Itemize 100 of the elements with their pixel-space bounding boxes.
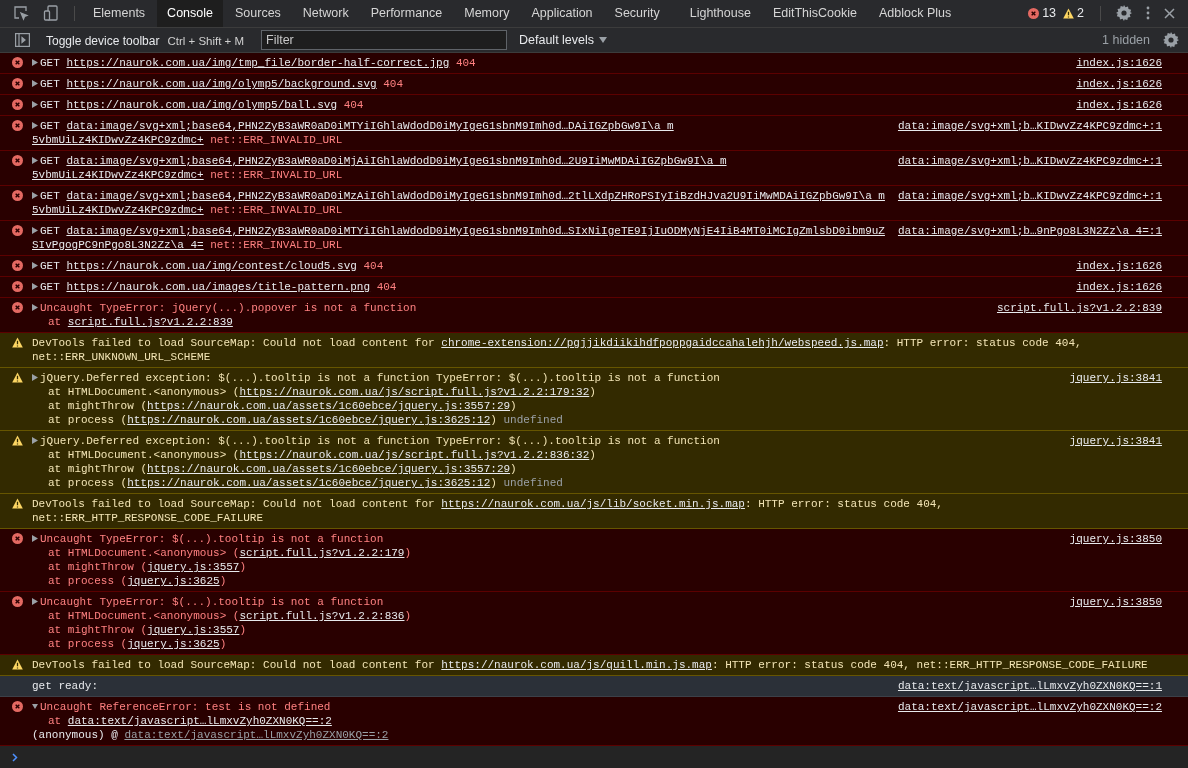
message-text: DevTools failed to load SourceMap: Could not load content for chrome-extension://pgjjikdiikihdfpoppgaidccahalehjh/webspeed.js.map: HTTP error: status code 404,	[32, 336, 1082, 350]
link[interactable]: https://naurok.com.ua/js/script.full.js?v1.2.2:179:32	[239, 386, 590, 398]
error-count-icon	[1028, 7, 1040, 19]
panel-tab[interactable]: Adblock Plus	[868, 0, 962, 27]
link[interactable]: https://naurok.com.ua/img/tmp_file/border-half-correct.jpg	[66, 57, 450, 69]
source-link[interactable]: data:text/javascript…lLmxvZyh0ZXN0KQ==:2	[889, 700, 1162, 714]
link[interactable]: https://naurok.com.ua/img/contest/cloud5.svg	[66, 260, 357, 272]
hidden-count: 1 hidden	[1102, 32, 1150, 47]
link[interactable]: https://naurok.com.ua/js/lib/socket.min.js.map	[441, 498, 745, 510]
panel-tab[interactable]: Memory	[454, 0, 520, 27]
panel-tab[interactable]: Elements	[83, 0, 156, 27]
source-link[interactable]: jquery.js:3850	[1061, 595, 1162, 609]
link[interactable]: jquery.js:3557	[147, 624, 240, 636]
link[interactable]: script.full.js?v1.2.2:179	[239, 547, 405, 559]
expand-triangle-icon[interactable]	[32, 80, 38, 87]
source-link[interactable]: jquery.js:3850	[1061, 532, 1162, 546]
link[interactable]: data:text/javascript…lLmxvZyh0ZXN0KQ==:2	[124, 729, 389, 741]
link[interactable]: data:text/javascript…lLmxvZyh0ZXN0KQ==:2	[67, 715, 332, 727]
link[interactable]: jquery.js:3625	[127, 638, 220, 650]
panel-tab[interactable]: Performance	[360, 0, 453, 27]
filter-field[interactable]: Filter	[261, 29, 507, 50]
expand-triangle-icon[interactable]	[32, 437, 38, 444]
source-link[interactable]: script.full.js?v1.2.2:839	[988, 301, 1162, 315]
prompt-chevron-icon	[12, 752, 18, 762]
collapse-triangle-icon[interactable]	[32, 703, 38, 710]
error-icon	[12, 120, 23, 131]
link[interactable]: script.full.js?v1.2.2:836	[239, 610, 405, 622]
message-text: Uncaught TypeError: $(...).tooltip is not a function	[40, 595, 384, 609]
link[interactable]: https://naurok.com.ua/js/script.full.js?v1.2.2:836:32	[239, 449, 590, 461]
expand-triangle-icon[interactable]	[32, 192, 38, 199]
panel-tab[interactable]: Lighthouse	[679, 0, 761, 27]
message-text: net::ERR_HTTP_RESPONSE_CODE_FAILURE	[32, 511, 265, 525]
source-link[interactable]: index.js:1626	[1068, 280, 1162, 294]
message-text: at process (jquery.js:3625)	[47, 637, 228, 651]
message-text: GET https://naurok.com.ua/img/tmp_file/border-half-correct.jpg 404	[40, 56, 476, 70]
link[interactable]: 5vbmUiLz4KIDwvZz4KPC9zdmc+	[32, 169, 204, 181]
source-link[interactable]: index.js:1626	[1068, 98, 1162, 112]
caret-icon	[599, 36, 608, 43]
expand-triangle-icon[interactable]	[32, 598, 38, 605]
source-link[interactable]: index.js:1626	[1068, 56, 1162, 70]
link[interactable]: chrome-extension://pgjjikdiikihdfpoppgaidccahalehjh/webspeed.js.map	[441, 337, 884, 349]
expand-triangle-icon[interactable]	[32, 227, 38, 234]
source-link[interactable]: data:image/svg+xml;b…KIDwvZz4KPC9zdmc+:1	[889, 119, 1162, 133]
expand-triangle-icon[interactable]	[32, 535, 38, 542]
error-icon	[12, 78, 23, 89]
link[interactable]: https://naurok.com.ua/assets/1c60ebce/jquery.js:3625:12	[127, 414, 491, 426]
message-text: get ready:	[32, 679, 98, 693]
link[interactable]: https://naurok.com.ua/img/olymp5/background.svg	[66, 78, 377, 90]
link[interactable]: data:image/svg+xml;base64,PHN2ZyB3aWR0aD0iMzAiIGhlaWdodD0iMyIgeG1sbnM9Imh0d…2tlLXdpZHRoPSIyIiBzdHJva2U9IiMwMDAiIGZpbGw9I\a m	[66, 190, 885, 202]
link[interactable]: https://naurok.com.ua/img/olymp5/ball.svg	[66, 99, 338, 111]
link[interactable]: data:image/svg+xml;base64,PHN2ZyB3aWR0aD0iMTYiIGhlaWdodD0iMyIgeG1sbnM9Imh0d…DAiIGZpbGw9I\a m	[66, 120, 674, 132]
message-text: at process (jquery.js:3625)	[47, 574, 228, 588]
link[interactable]: https://naurok.com.ua/js/quill.min.js.map	[441, 659, 712, 671]
expand-triangle-icon[interactable]	[32, 304, 38, 311]
link[interactable]: jquery.js:3557	[147, 561, 240, 573]
source-link[interactable]: data:image/svg+xml;b…KIDwvZz4KPC9zdmc+:1	[889, 189, 1162, 203]
shortcut-text: Ctrl + Shift + M	[167, 34, 245, 47]
link[interactable]: jquery.js:3625	[127, 575, 220, 587]
link[interactable]: script.full.js?v1.2.2:839	[67, 316, 233, 328]
message-text: at mightThrow (jquery.js:3557)	[47, 623, 248, 637]
source-link[interactable]: index.js:1626	[1068, 259, 1162, 273]
link[interactable]: SIvPgogPC9nPgo8L3N2Zz\a 4=	[32, 239, 204, 251]
expand-triangle-icon[interactable]	[32, 59, 38, 66]
source-link[interactable]: jquery.js:3841	[1061, 434, 1162, 448]
error-icon	[12, 260, 23, 271]
message-text: (anonymous) @ data:text/javascript…lLmxvZyh0ZXN0KQ==:2	[32, 728, 390, 742]
link[interactable]: 5vbmUiLz4KIDwvZz4KPC9zdmc+	[32, 134, 204, 146]
warning-count-icon	[1063, 7, 1075, 19]
panel-tab[interactable]: Console	[157, 0, 223, 27]
expand-triangle-icon[interactable]	[32, 157, 38, 164]
link[interactable]: https://naurok.com.ua/assets/1c60ebce/jquery.js:3625:12	[127, 477, 491, 489]
message-text: Uncaught TypeError: $(...).tooltip is not a function	[40, 532, 384, 546]
link[interactable]: https://naurok.com.ua/images/title-pattern.png	[66, 281, 371, 293]
link[interactable]: https://naurok.com.ua/assets/1c60ebce/jquery.js:3557:29	[147, 400, 511, 412]
panel-tab[interactable]: Security	[604, 0, 670, 27]
panel-tab[interactable]: Network	[292, 0, 359, 27]
source-link[interactable]: data:text/javascript…lLmxvZyh0ZXN0KQ==:1	[889, 679, 1162, 693]
message-text: DevTools failed to load SourceMap: Could not load content for https://naurok.com.ua/js/quill.min.js.map: HTTP error: status code 404, net::ERR_HTTP_RESPONSE_CODE_FAILURE	[32, 658, 1148, 672]
issue-counter[interactable]: 13 2	[1020, 0, 1092, 27]
expand-triangle-icon[interactable]	[32, 374, 38, 381]
link[interactable]: 5vbmUiLz4KIDwvZz4KPC9zdmc+	[32, 204, 204, 216]
source-link[interactable]: data:image/svg+xml;b…9nPgo8L3N2Zz\a 4=:1	[889, 224, 1162, 238]
panel-tab[interactable]: EditThisCookie	[762, 0, 867, 27]
link[interactable]: data:image/svg+xml;base64,PHN2ZyB3aWR0aD0iMjAiIGhlaWdodD0iMyIgeG1sbnM9Imh0d…2U9IiMwMDAiIGZpbGw9I\a m	[66, 155, 727, 167]
error-icon	[12, 533, 23, 544]
levels-dropdown[interactable]: Default levels	[513, 31, 614, 48]
expand-triangle-icon[interactable]	[32, 101, 38, 108]
source-link[interactable]: index.js:1626	[1068, 77, 1162, 91]
message-text: GET data:image/svg+xml;base64,PHN2ZyB3aWR0aD0iMjAiIGhlaWdodD0iMyIgeG1sbnM9Imh0d…2U9IiMwMDAiIGZpbGw9I\a m	[40, 154, 727, 168]
message-text: GET data:image/svg+xml;base64,PHN2ZyB3aWR0aD0iMTYiIGhlaWdodD0iMyIgeG1sbnM9Imh0d…DAiIGZpbGw9I\a m	[40, 119, 674, 133]
source-link[interactable]: jquery.js:3841	[1061, 371, 1162, 385]
expand-triangle-icon[interactable]	[32, 122, 38, 129]
panel-tab[interactable]: Sources	[225, 0, 291, 27]
message-text: Uncaught ReferenceError: test is not defined	[40, 700, 331, 714]
source-link[interactable]: data:image/svg+xml;b…KIDwvZz4KPC9zdmc+:1	[889, 154, 1162, 168]
panel-tab[interactable]: Application	[521, 0, 603, 27]
expand-triangle-icon[interactable]	[32, 283, 38, 290]
expand-triangle-icon[interactable]	[32, 262, 38, 269]
link[interactable]: data:image/svg+xml;base64,PHN2ZyB3aWR0aD0iMTYiIGhlaWdodD0iMyIgeG1sbnM9Imh0d…SIxNiIgeTE9IjIuODMyNjE4IiB4MT0iMCIgZmlsbD0ibm9uZ	[66, 225, 885, 237]
link[interactable]: https://naurok.com.ua/assets/1c60ebce/jquery.js:3557:29	[147, 463, 511, 475]
